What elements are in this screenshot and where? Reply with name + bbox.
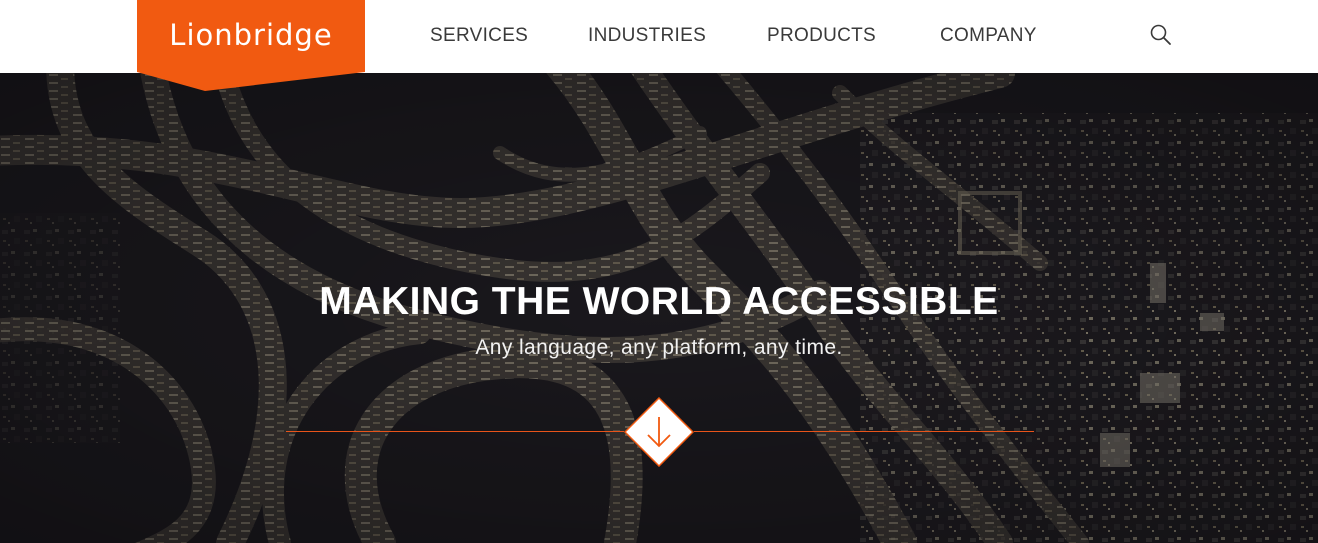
hero-banner: MAKING THE WORLD ACCESSIBLE Any language… [0, 73, 1318, 543]
scroll-down-button[interactable] [623, 396, 695, 468]
nav-item-products[interactable]: PRODUCTS [767, 0, 876, 71]
hero-title: MAKING THE WORLD ACCESSIBLE [319, 280, 999, 323]
nav-item-company[interactable]: COMPANY [940, 0, 1037, 71]
hero-subtitle: Any language, any platform, any time. [475, 336, 843, 359]
search-icon [1150, 24, 1171, 45]
search-button[interactable] [1148, 22, 1174, 48]
lionbridge-logo[interactable]: Lionbridge [137, 0, 365, 91]
nav-item-services[interactable]: SERVICES [430, 0, 528, 71]
divider-line-left [286, 431, 624, 432]
arrow-down-icon [623, 396, 695, 468]
divider-line-right [694, 431, 1034, 432]
logo-wordmark: Lionbridge [169, 18, 333, 52]
nav-item-industries[interactable]: INDUSTRIES [588, 0, 706, 71]
